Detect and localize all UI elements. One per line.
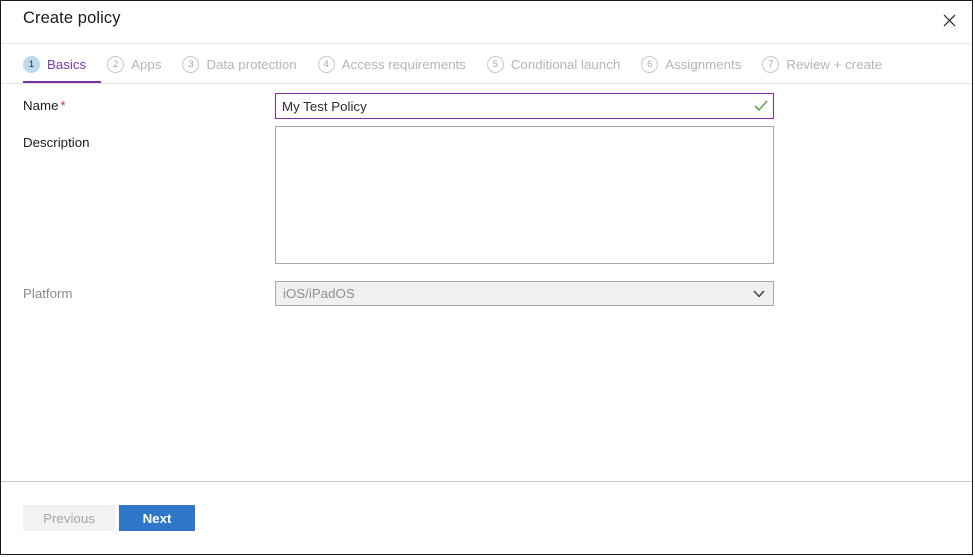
tab-assignments[interactable]: 6 Assignments xyxy=(641,49,741,79)
tab-step-number: 7 xyxy=(762,55,780,73)
tab-access-requirements[interactable]: 4 Access requirements xyxy=(317,49,466,79)
name-label-text: Name xyxy=(23,98,59,113)
tab-step-number: 1 xyxy=(23,55,40,73)
close-icon xyxy=(943,14,956,27)
tab-label: Review + create xyxy=(786,56,883,72)
tab-data-protection[interactable]: 3 Data protection xyxy=(182,49,297,79)
platform-select[interactable]: iOS/iPadOS xyxy=(275,281,774,306)
dialog-titlebar: Create policy xyxy=(1,1,972,44)
platform-selected-value: iOS/iPadOS xyxy=(283,286,355,301)
next-button[interactable]: Next xyxy=(119,505,195,531)
tab-step-number: 4 xyxy=(317,55,335,73)
previous-button[interactable]: Previous xyxy=(23,505,115,531)
tab-step-number: 5 xyxy=(486,55,504,73)
name-required-marker: * xyxy=(60,98,66,113)
platform-label: Platform xyxy=(23,286,73,301)
tabstrip-divider xyxy=(1,83,972,84)
close-button[interactable] xyxy=(932,4,966,36)
tab-review-create[interactable]: 7 Review + create xyxy=(762,49,882,79)
tab-label: Access requirements xyxy=(341,56,466,72)
description-input[interactable] xyxy=(275,126,774,264)
checkmark-icon xyxy=(749,100,773,112)
name-input[interactable] xyxy=(276,94,749,118)
tab-basics[interactable]: 1 Basics xyxy=(23,49,86,79)
wizard-tabs: 1 Basics 2 Apps 3 Data protection 4 Access requ… xyxy=(23,49,903,79)
description-label: Description xyxy=(23,135,90,150)
tab-label: Data protection xyxy=(206,56,297,72)
tab-step-number: 6 xyxy=(641,55,659,73)
name-input-container[interactable] xyxy=(275,93,774,119)
tab-label: Apps xyxy=(131,56,162,72)
create-policy-dialog: Create policy 1 Basics 2 Apps 3 Data protecti… xyxy=(0,0,973,555)
basics-form: Name* Description Platform iOS/iPadOS xyxy=(1,90,972,474)
tab-label: Basics xyxy=(47,56,87,72)
chevron-down-icon xyxy=(745,290,773,298)
tab-step-number: 2 xyxy=(107,55,125,73)
tab-conditional-launch[interactable]: 5 Conditional launch xyxy=(486,49,621,79)
wizard-tabstrip: 1 Basics 2 Apps 3 Data protection 4 Access requ… xyxy=(1,44,972,90)
page-title: Create policy xyxy=(23,9,121,27)
tab-label: Conditional launch xyxy=(510,56,621,72)
tab-step-number: 3 xyxy=(182,55,200,73)
dialog-footer: Previous Next xyxy=(1,481,972,554)
tab-label: Assignments xyxy=(665,56,742,72)
tab-apps[interactable]: 2 Apps xyxy=(107,49,161,79)
name-label: Name * xyxy=(23,98,66,113)
